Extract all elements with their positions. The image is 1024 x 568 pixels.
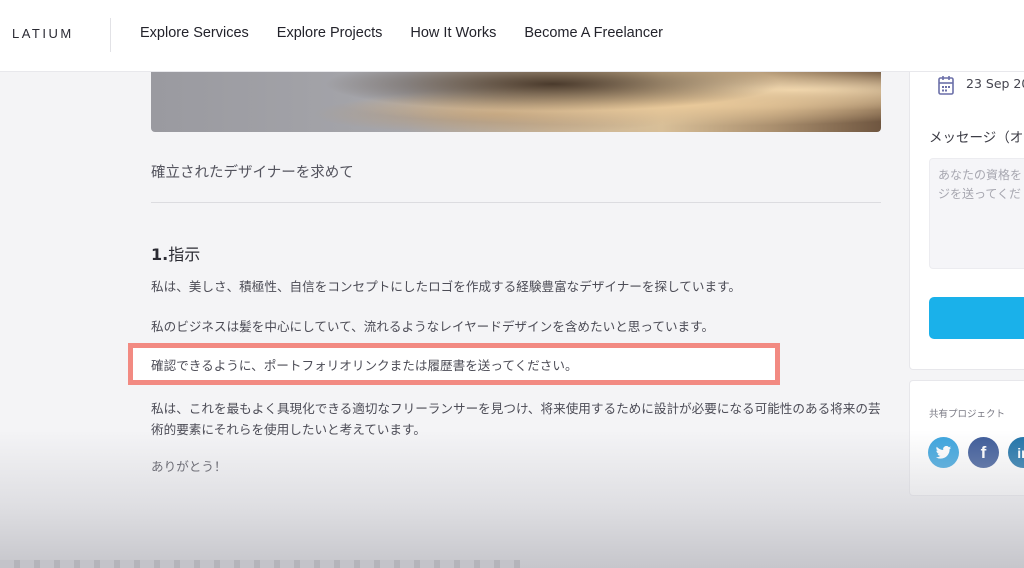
video-caption-strip	[0, 560, 520, 568]
nav-explore-projects[interactable]: Explore Projects	[277, 25, 383, 41]
logo-divider	[110, 18, 111, 52]
section-heading: 1.指示	[151, 241, 200, 265]
highlighted-paragraph: 確認できるように、ポートフォリオリンクまたは履歴書を送ってください。	[151, 358, 578, 373]
project-hero-image	[151, 72, 881, 132]
twitter-icon[interactable]	[928, 437, 959, 468]
message-textarea[interactable]: あなたの資格を ジを送ってくだ	[929, 158, 1024, 269]
section-title: 指示	[168, 245, 201, 264]
nav-become-a-freelancer[interactable]: Become A Freelancer	[524, 25, 663, 41]
message-label: メッセージ（オ	[929, 130, 1024, 146]
share-project-label: 共有プロジェクト	[929, 409, 1006, 420]
facebook-icon[interactable]: f	[968, 437, 999, 468]
description-paragraph: 私は、これを最もよく具現化できる適切なフリーランサーを見つけ、将来使用するために…	[151, 401, 881, 437]
send-proposal-button[interactable]	[929, 297, 1024, 339]
video-overlay-gradient	[0, 430, 1024, 568]
top-navigation-bar: LATIUM Explore Services Explore Projects…	[0, 0, 1024, 72]
section-number: 1.	[151, 245, 169, 264]
description-paragraph: 私は、美しさ、積極性、自信をコンセプトにしたロゴを作成する経験豊富なデザイナーを…	[151, 279, 742, 294]
nav-explore-services[interactable]: Explore Services	[140, 25, 249, 41]
share-project-card	[909, 380, 1024, 496]
closing-paragraph: ありがとう！	[151, 459, 227, 474]
delivery-date: 23 Sep 20	[966, 76, 1024, 91]
content-divider	[151, 202, 881, 203]
nav-how-it-works[interactable]: How It Works	[410, 25, 496, 41]
calendar-icon	[938, 76, 954, 95]
latium-logo[interactable]: LATIUM	[12, 26, 74, 41]
description-paragraph: 私のビジネスは髪を中心にしていて、流れるようなレイヤードデザインを含めたいと思っ…	[151, 319, 715, 334]
project-subtitle: 確立されたデザイナーを求めて	[151, 165, 354, 181]
main-nav: Explore Services Explore Projects How It…	[140, 25, 663, 41]
